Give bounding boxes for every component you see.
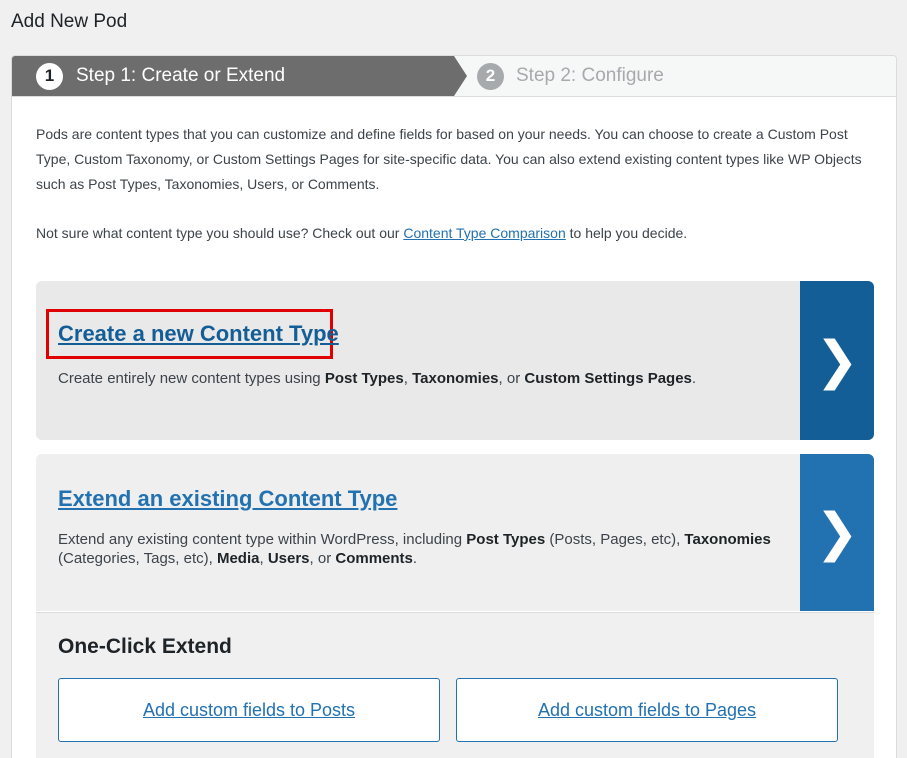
desc-text: , or bbox=[498, 370, 525, 387]
create-content-type-description: Create entirely new content types using … bbox=[58, 369, 798, 388]
step-label-1: Step 1: Create or Extend bbox=[76, 65, 286, 86]
desc-bold: Users bbox=[267, 550, 310, 567]
create-content-type-card[interactable]: Create a new Content Type Create entirel… bbox=[36, 281, 874, 440]
extend-content-type-link[interactable]: Extend an existing Content Type bbox=[58, 486, 397, 512]
step-number-1: 1 bbox=[36, 62, 63, 90]
step-label-2: Step 2: Configure bbox=[516, 65, 664, 86]
chevron-right-icon[interactable]: ❯ bbox=[800, 454, 874, 611]
intro-paragraph: Pods are content types that you can cust… bbox=[36, 126, 862, 192]
step-create-or-extend: 1 Step 1: Create or Extend bbox=[12, 56, 454, 96]
add-fields-to-pages-button[interactable]: Add custom fields to Pages bbox=[456, 678, 838, 742]
desc-text: , bbox=[259, 550, 268, 567]
desc-bold: Taxonomies bbox=[412, 370, 499, 387]
desc-text: . bbox=[691, 370, 697, 387]
one-click-extend-section: One-Click Extend Add custom fields to Po… bbox=[36, 612, 874, 758]
add-fields-to-posts-button[interactable]: Add custom fields to Posts bbox=[58, 678, 440, 742]
desc-bold: Post Types bbox=[324, 370, 404, 387]
desc-text: , or bbox=[309, 550, 336, 567]
desc-text: Create entirely new content types using bbox=[58, 370, 325, 387]
desc-text: (Categories, Tags, etc), bbox=[58, 550, 217, 567]
help-prefix: Not sure what content type you should us… bbox=[36, 225, 404, 241]
desc-bold: Post Types bbox=[466, 531, 546, 548]
page-title: Add New Pod bbox=[11, 11, 128, 32]
wizard-steps: 1 Step 1: Create or Extend 2 Step 2: Con… bbox=[12, 56, 896, 97]
help-suffix: to help you decide. bbox=[565, 225, 688, 241]
chevron-right-icon[interactable]: ❯ bbox=[800, 281, 874, 440]
desc-bold: Comments bbox=[335, 550, 413, 567]
desc-text: , bbox=[403, 370, 413, 387]
desc-text: (Posts, Pages, etc), bbox=[545, 531, 685, 548]
desc-bold: Taxonomies bbox=[684, 531, 771, 548]
desc-bold: Media bbox=[216, 550, 260, 567]
desc-text: Extend any existing content type within … bbox=[58, 531, 467, 548]
step-configure: 2 Step 2: Configure bbox=[477, 56, 664, 96]
one-click-extend-title: One-Click Extend bbox=[58, 635, 232, 658]
step-number-2: 2 bbox=[477, 62, 504, 90]
desc-bold: Custom Settings Pages bbox=[524, 370, 692, 387]
content-type-comparison-link[interactable]: Content Type Comparison bbox=[403, 225, 565, 241]
add-pod-wizard: 1 Step 1: Create or Extend 2 Step 2: Con… bbox=[11, 55, 897, 758]
step-arrow-shape bbox=[454, 56, 467, 96]
intro-help-text: Not sure what content type you should us… bbox=[36, 221, 876, 246]
extend-content-type-description: Extend any existing content type within … bbox=[58, 530, 798, 568]
desc-text: . bbox=[412, 550, 418, 567]
extend-content-type-card[interactable]: Extend an existing Content Type Extend a… bbox=[36, 454, 874, 611]
create-content-type-link[interactable]: Create a new Content Type bbox=[58, 321, 339, 347]
